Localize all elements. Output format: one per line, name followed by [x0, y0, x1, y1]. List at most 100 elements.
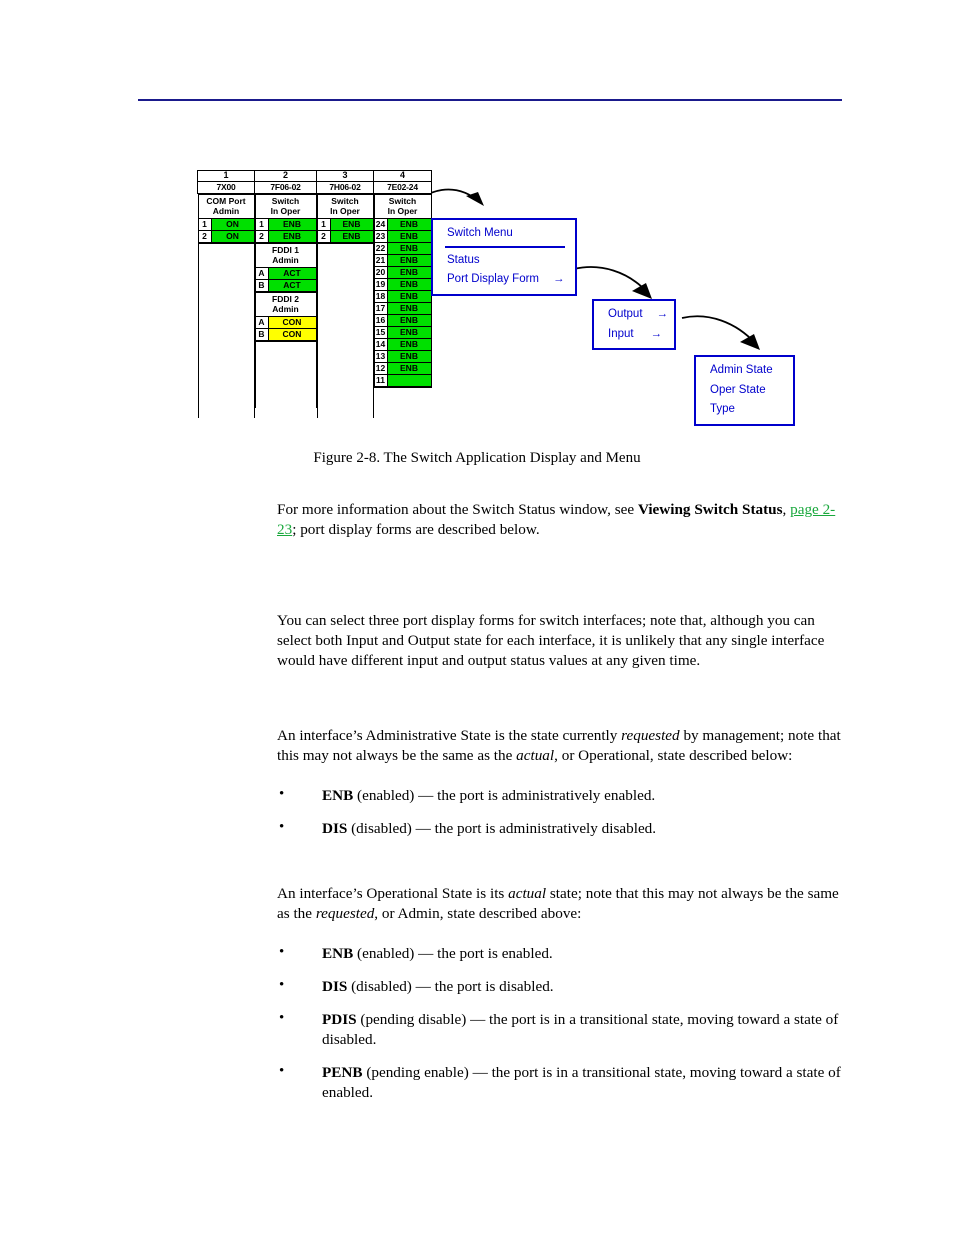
menu-item-type[interactable]: Type [696, 400, 793, 420]
fddi-1-title: FDDI 1 Admin [255, 244, 316, 268]
menu-item-type-label: Type [710, 403, 735, 416]
port-row[interactable]: 17 ENB [374, 303, 431, 315]
menu-item-input-label: Input [608, 327, 634, 340]
module-type-1: 7X00 [197, 181, 255, 194]
port-display-form-menu[interactable]: Output → Input → [592, 299, 676, 351]
port-row[interactable]: 1 ENB [317, 219, 373, 231]
intro-paragraph-block: For more information about the Switch St… [277, 500, 843, 540]
slot-column-4: Switch In Oper 24 ENB 23 ENB 22 ENB 21 ENB 20 ENB… [373, 193, 432, 424]
port-row[interactable]: 18 ENB [374, 291, 431, 303]
port-status: ENB [387, 303, 431, 315]
port-status: ENB [268, 231, 316, 243]
port-row[interactable]: 21 ENB [374, 255, 431, 267]
port-row[interactable]: 1 ON [198, 219, 254, 231]
chevron-right-icon: → [650, 327, 663, 340]
slot-number-row: 1 2 3 4 [197, 170, 432, 182]
fddi-2-block: FDDI 2 Admin A CON B CON [254, 293, 317, 342]
oper-text-part1: An interface’s Operational State is its [277, 885, 509, 902]
port-status: ENB [387, 219, 431, 231]
port-row[interactable]: B CON [255, 329, 316, 341]
port-number: 2 [198, 231, 212, 243]
bullet-term: ENB [322, 787, 354, 805]
module-type-2: 7F06-02 [254, 181, 317, 194]
port-number: A [255, 268, 269, 280]
fddi-1-block: FDDI 1 Admin A ACT B ACT [254, 244, 317, 293]
switch-menu[interactable]: Switch Menu Status Port Display Form → [431, 218, 577, 296]
port-row[interactable]: 15 ENB [374, 327, 431, 339]
port-number: 1 [198, 219, 212, 231]
port-row[interactable]: A ACT [255, 268, 316, 280]
list-item: PENB (pending enable) — the port is in a… [277, 1062, 843, 1103]
port-number: 20 [374, 267, 388, 279]
slot-2-title: Switch In Oper [255, 195, 316, 219]
port-number: 23 [374, 231, 388, 243]
bullet-term: DIS [322, 978, 348, 996]
slot-2-block: Switch In Oper 1 ENB 2 ENB [254, 194, 317, 244]
port-number: 12 [374, 363, 388, 375]
menu-separator [445, 245, 565, 248]
port-status: ENB [387, 327, 431, 339]
menu-item-admin-state[interactable]: Admin State [696, 361, 793, 381]
figure-switch-application-display: 1 2 3 4 7X00 7F06-02 7H06-02 7E02-24 COM… [0, 160, 954, 430]
bullet-description: (pending disable) — the port is in a tra… [322, 1011, 839, 1049]
port-row[interactable]: 1 ENB [255, 219, 316, 231]
slot-1-empty-area [197, 244, 255, 418]
state-menu[interactable]: Admin State Oper State Type [694, 355, 795, 426]
port-row[interactable]: 23 ENB [374, 231, 431, 243]
menu-item-port-display-form-label: Port Display Form [447, 273, 540, 286]
slot-1-title: COM Port Admin [198, 195, 254, 219]
slot-3-title-line2: In Oper [330, 205, 360, 216]
display-body-row: COM Port Admin 1 ON 2 ON Switch In Oper … [197, 193, 432, 424]
fddi-2-title-line2: Admin [272, 303, 299, 314]
menu-item-port-display-form[interactable]: Port Display Form → [433, 270, 575, 290]
port-row[interactable]: 16 ENB [374, 315, 431, 327]
menu-item-status[interactable]: Status [433, 251, 575, 271]
port-number: 11 [374, 375, 388, 387]
slot-number-4: 4 [373, 170, 432, 182]
switch-menu-title: Switch Menu [447, 227, 513, 239]
port-row[interactable]: 12 ENB [374, 363, 431, 375]
port-number: 14 [374, 339, 388, 351]
port-row[interactable]: 2 ENB [317, 231, 373, 243]
intro-text-part3: ; port display forms are described below… [292, 521, 540, 539]
port-row[interactable]: 19 ENB [374, 279, 431, 291]
port-status: ENB [330, 231, 373, 243]
module-type-row: 7X00 7F06-02 7H06-02 7E02-24 [197, 181, 432, 194]
menu-item-output[interactable]: Output → [594, 305, 674, 325]
port-row[interactable]: 11 [374, 375, 431, 387]
port-row[interactable]: 20 ENB [374, 267, 431, 279]
slot-column-2: Switch In Oper 1 ENB 2 ENB FDDI 1 Admin … [254, 193, 317, 418]
menu-item-output-label: Output [608, 308, 643, 320]
port-row[interactable]: B ACT [255, 280, 316, 292]
chevron-right-icon: → [553, 273, 565, 286]
intro-text-part1: For more information about the Switch St… [277, 501, 638, 518]
port-row[interactable]: 2 ON [198, 231, 254, 243]
slot-number-1: 1 [197, 170, 255, 182]
port-number: 15 [374, 327, 388, 339]
menu-item-oper-state[interactable]: Oper State [696, 381, 793, 401]
port-status: ENB [387, 243, 431, 255]
switch-application-display[interactable]: 1 2 3 4 7X00 7F06-02 7H06-02 7E02-24 COM… [197, 170, 432, 424]
oper-state-block: An interface’s Operational State is its … [277, 884, 843, 1117]
port-row[interactable]: 24 ENB [374, 219, 431, 231]
menu-item-input[interactable]: Input → [594, 325, 674, 345]
port-status: ENB [268, 219, 316, 231]
slot-number-2: 2 [254, 170, 317, 182]
module-type-3: 7H06-02 [316, 181, 374, 194]
port-row[interactable]: 13 ENB [374, 351, 431, 363]
bullet-description: (disabled) — the port is disabled. [347, 978, 554, 996]
port-row[interactable]: 2 ENB [255, 231, 316, 243]
port-row[interactable]: 22 ENB [374, 243, 431, 255]
port-row[interactable]: 14 ENB [374, 339, 431, 351]
menu-item-admin-state-label: Admin State [710, 364, 773, 376]
slot-2-empty-area [254, 342, 317, 408]
port-row[interactable]: A CON [255, 317, 316, 329]
bullet-term: PENB [322, 1064, 363, 1082]
slot-3-block: Switch In Oper 1 ENB 2 ENB [316, 194, 374, 244]
list-item: DIS (disabled) — the port is administrat… [277, 818, 843, 839]
fddi-2-title: FDDI 2 Admin [255, 293, 316, 317]
admin-state-bullet-list: ENB (enabled) — the port is administrati… [277, 785, 843, 839]
slot-column-1: COM Port Admin 1 ON 2 ON [197, 193, 255, 418]
oper-text-part3: , or Admin, state described above: [374, 905, 582, 923]
slot-2-title-line2: In Oper [270, 205, 301, 216]
